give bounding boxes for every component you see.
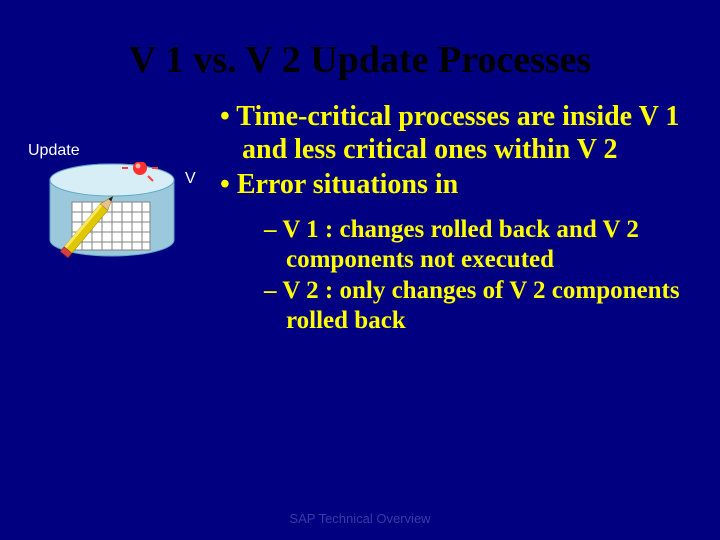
- left-column: Update: [20, 100, 220, 130]
- bullet-list: Time-critical processes are inside V 1 a…: [220, 100, 692, 201]
- update-label: Update: [28, 142, 80, 160]
- sub-bullet-item: V 1 : changes rolled back and V 2 compon…: [264, 215, 692, 274]
- bullet-item: Error situations in: [220, 168, 692, 201]
- sub-bullet-list: V 1 : changes rolled back and V 2 compon…: [264, 215, 692, 335]
- v-label: V: [185, 170, 196, 188]
- sub-bullet-item: V 2 : only changes of V 2 components rol…: [264, 276, 692, 335]
- slide-title: V 1 vs. V 2 Update Processes: [0, 0, 720, 92]
- bullet-item: Time-critical processes are inside V 1 a…: [220, 100, 692, 166]
- content-row: Update: [0, 92, 720, 337]
- database-update-icon: [42, 162, 182, 262]
- footer-text: SAP Technical Overview: [0, 511, 720, 526]
- right-column: Time-critical processes are inside V 1 a…: [220, 100, 720, 337]
